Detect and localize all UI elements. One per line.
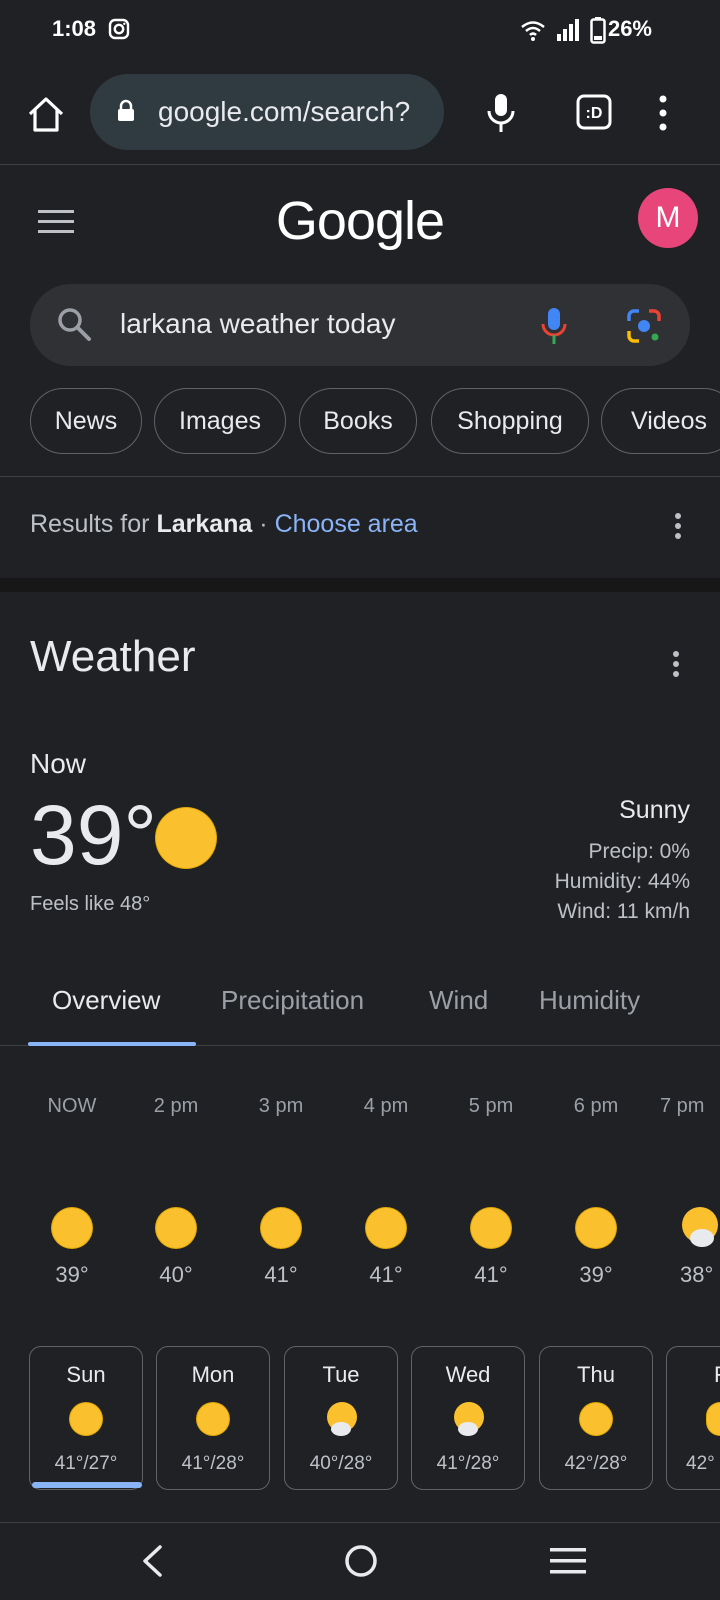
hour-temp: 39° [55,1262,89,1287]
hour-label: 4 pm [363,1095,409,1117]
divider [0,476,720,477]
hour-temp: 41° [264,1262,298,1287]
hour-label: 5 pm [468,1095,514,1117]
results-location-name: Larkana [156,510,253,538]
back-icon[interactable] [140,1544,164,1578]
current-temperature: 39° [30,788,158,882]
sun-icon [197,1403,229,1435]
results-location: Results for Larkana · Choose area [30,510,418,539]
tab-precipitation[interactable]: Precipitation [221,985,364,1016]
day-range: 42°/28° [564,1453,628,1474]
day-range: 41°/28° [181,1453,245,1474]
day-name: Fri [666,1362,720,1388]
more-options-icon[interactable] [658,94,668,132]
humidity: Humidity: 44% [554,870,690,893]
sun-icon [156,808,216,868]
sun-icon [576,1208,616,1248]
hour-label: 6 pm [573,1095,619,1117]
sun-icon [580,1403,612,1435]
sun-icon [707,1403,720,1435]
search-input[interactable]: larkana weather today [120,308,396,340]
chip-images[interactable]: Images [154,388,286,454]
sun-icon [70,1403,102,1435]
day-range: 40°/28° [309,1453,373,1474]
microphone-icon[interactable] [486,92,516,134]
sun-icon [156,1208,196,1248]
sun-icon [261,1208,301,1248]
day-name: Thu [577,1362,615,1387]
search-icon [58,308,91,341]
results-separator: · [259,510,268,538]
weather-more-icon[interactable] [672,650,680,678]
battery-percent: 26% [607,16,652,41]
status-time: 1:08 [52,16,97,41]
hour-label: 3 pm [258,1095,304,1117]
partly-cloudy-icon [454,1402,484,1436]
hour-label: 7 pm [660,1095,705,1117]
lock-icon [118,99,134,121]
divider [0,1522,720,1523]
chip-books[interactable]: Books [299,388,417,454]
chip-news[interactable]: News [30,388,142,454]
day-range: 41°/28° [436,1453,500,1474]
hour-temp: 39° [579,1262,613,1287]
sun-icon [366,1208,406,1248]
now-label: Now [30,748,87,779]
hour-temp: 41° [474,1262,508,1287]
hour-temp: 41° [369,1262,403,1287]
day-range: 41°/27° [54,1453,118,1474]
section-separator [0,578,720,592]
voice-search-icon[interactable] [540,306,568,346]
google-lens-icon[interactable] [626,308,662,344]
choose-area-link[interactable]: Choose area [275,510,418,538]
feels-like: Feels like 48° [30,893,151,915]
hour-temp: 38° [680,1262,714,1287]
day-name: Wed [445,1362,491,1387]
day-name: Sun [66,1362,106,1387]
home-button-icon[interactable] [344,1544,378,1578]
url-text[interactable]: google.com/search? [158,96,410,128]
instagram-icon [108,18,130,40]
wifi-icon [521,21,545,41]
results-more-icon[interactable] [674,512,682,540]
google-logo[interactable]: Google [0,190,720,252]
hour-temp: 40° [159,1262,193,1287]
chip-shopping[interactable]: Shopping [431,388,589,454]
day-name: Tue [322,1362,360,1387]
hour-label: NOW [47,1095,97,1117]
tab-wind[interactable]: Wind [429,985,488,1016]
recents-icon[interactable] [550,1548,586,1574]
tab-switcher-icon[interactable]: :D [576,94,612,130]
wind: Wind: 11 km/h [557,900,690,923]
partly-cloudy-icon [682,1207,718,1247]
signal-icon [557,19,579,41]
day-range: 42° [686,1453,715,1474]
home-icon[interactable] [26,94,66,134]
battery-icon [590,17,606,44]
day-name: Mon [191,1362,235,1387]
chip-videos[interactable]: Videos [601,388,720,454]
hour-label: 2 pm [153,1095,199,1117]
svg-text::D: :D [586,105,603,122]
account-avatar[interactable]: M [638,188,698,248]
tab-overview[interactable]: Overview [52,985,160,1016]
selected-day-indicator [32,1482,142,1488]
tab-active-indicator [28,1042,196,1046]
condition: Sunny [619,796,690,824]
partly-cloudy-icon [327,1402,357,1436]
sun-icon [471,1208,511,1248]
tab-humidity[interactable]: Humidity [539,985,640,1016]
results-prefix: Results for [30,510,150,538]
sun-icon [52,1208,92,1248]
precip: Precip: 0% [588,840,690,863]
weather-title: Weather [30,632,196,681]
